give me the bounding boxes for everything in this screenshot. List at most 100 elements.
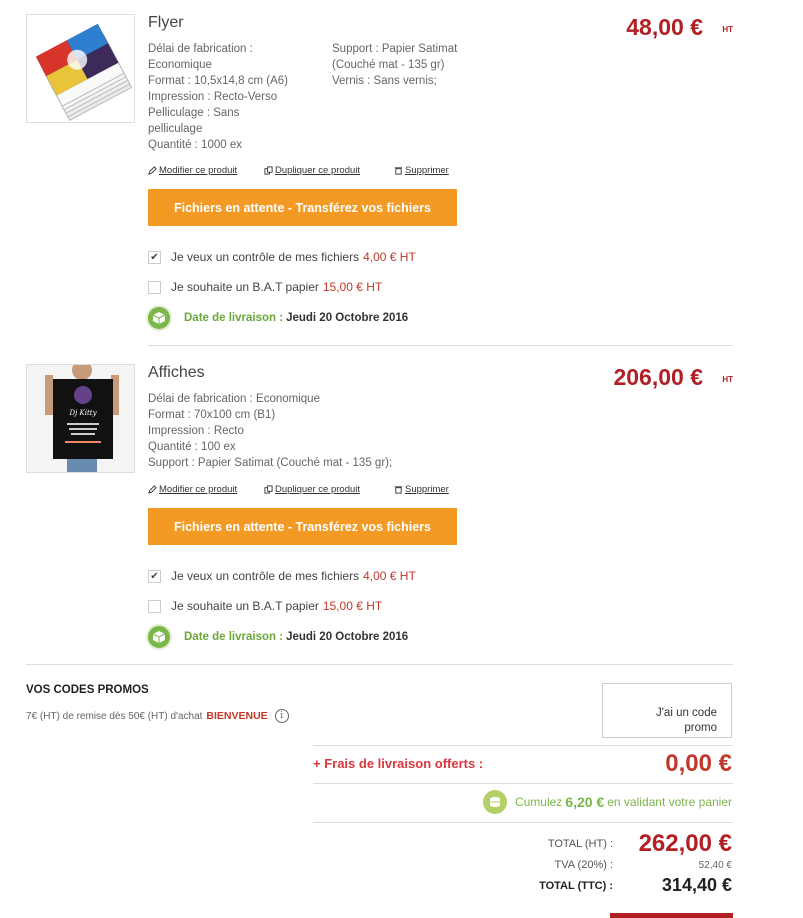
trash-icon xyxy=(394,486,403,494)
option-price: 4,00 € HT xyxy=(363,569,416,583)
upload-files-button[interactable]: Fichiers en attente - Transférez vos fic… xyxy=(148,189,457,226)
spec-line: pelliculage xyxy=(148,123,203,135)
edit-product-link[interactable]: Modifier ce produit xyxy=(148,484,237,495)
option-label: Je souhaite un B.A.T papier xyxy=(171,599,319,613)
promo-title: VOS CODES PROMOS xyxy=(26,684,149,696)
delivery-label: Date de livraison : xyxy=(184,631,284,643)
option-label: Je souhaite un B.A.T papier xyxy=(171,280,319,294)
duplicate-product-label: Dupliquer ce produit xyxy=(275,165,361,176)
poster-title: Dj Kitty xyxy=(68,409,97,417)
option-file-check[interactable]: ✔ Je veux un contrôle de mes fichiers 4,… xyxy=(148,569,416,583)
loyalty-prefix: Cumulez xyxy=(514,795,563,809)
loyalty-suffix: en validant votre panier xyxy=(607,795,732,809)
spec-line: Format : 10,5x14,8 cm (A6) xyxy=(148,75,288,87)
delete-product-label: Supprimer xyxy=(405,484,449,495)
duplicate-product-link[interactable]: Dupliquer ce produit xyxy=(264,484,360,495)
edit-product-label: Modifier ce produit xyxy=(159,484,238,495)
option-price: 15,00 € HT xyxy=(322,599,383,613)
spec-line: Impression : Recto-Verso xyxy=(148,91,278,103)
spec-line: Pelliculage : Sans xyxy=(148,107,240,119)
spec-line: Quantité : 100 ex xyxy=(148,441,236,453)
pencil-icon xyxy=(148,166,157,175)
product-name: Affiches xyxy=(148,364,205,381)
total-ttc-label: TOTAL (TTC) : xyxy=(539,880,613,892)
spec-line: Format : 70x100 cm (B1) xyxy=(148,409,276,421)
delivery-info: Date de livraison : Jeudi 20 Octobre 201… xyxy=(146,305,408,331)
divider xyxy=(148,345,733,346)
option-bat-paper[interactable]: Je souhaite un B.A.T papier 15,00 € HT xyxy=(148,280,382,294)
cart-item-flyer: Flyer 48,00 € HT Délai de fabrication : … xyxy=(26,14,733,344)
specs-column-1: Délai de fabrication : Economique Format… xyxy=(148,41,288,153)
divider xyxy=(313,745,733,746)
product-price: 48,00 € xyxy=(626,14,703,40)
spec-line: (Couché mat - 135 gr) xyxy=(332,59,445,71)
delete-product-link[interactable]: Supprimer xyxy=(394,165,449,176)
promo-box-line2: promo xyxy=(684,722,717,734)
spec-line: Délai de fabrication : Economique xyxy=(148,393,320,405)
edit-product-link[interactable]: Modifier ce produit xyxy=(148,165,237,176)
tva-label: TVA (20%) : xyxy=(554,859,613,871)
option-price: 15,00 € HT xyxy=(322,280,383,294)
spec-line: Quantité : 1000 ex xyxy=(148,139,242,151)
spec-line: Economique xyxy=(148,59,212,71)
delete-product-label: Supprimer xyxy=(405,165,449,176)
spec-line: Support : Papier Satimat xyxy=(332,43,458,55)
coins-icon xyxy=(482,790,507,814)
loyalty-info: Cumulez 6,20 € en validant votre panier xyxy=(482,790,732,814)
spec-line: Délai de fabrication : xyxy=(148,43,253,55)
checkbox-unchecked[interactable] xyxy=(148,599,161,613)
spec-line: Impression : Recto xyxy=(148,425,244,437)
package-icon xyxy=(146,624,172,650)
option-label: Je veux un contrôle de mes fichiers xyxy=(171,250,360,264)
total-ttc-value: 314,40 € xyxy=(661,875,732,895)
duplicate-product-label: Dupliquer ce produit xyxy=(275,484,361,495)
total-ht-label: TOTAL (HT) : xyxy=(547,838,613,850)
delivery-date: Jeudi 20 Octobre 2016 xyxy=(286,312,409,324)
total-ht-value: 262,00 € xyxy=(638,830,732,857)
delivery-info: Date de livraison : Jeudi 20 Octobre 201… xyxy=(146,624,408,650)
product-name: Flyer xyxy=(148,14,184,31)
promo-description: 7€ (HT) de remise dès 50€ (HT) d'achat B… xyxy=(26,709,289,723)
trash-icon xyxy=(394,167,403,175)
duplicate-icon xyxy=(264,166,273,175)
price-suffix: HT xyxy=(722,25,733,34)
checkbox-unchecked[interactable] xyxy=(148,280,161,294)
edit-product-label: Modifier ce produit xyxy=(159,165,238,176)
shipping-label: + Frais de livraison offerts : xyxy=(313,756,484,771)
delivery-date: Jeudi 20 Octobre 2016 xyxy=(286,631,409,643)
duplicate-icon xyxy=(264,485,273,494)
product-price: 206,00 € xyxy=(613,364,703,390)
info-icon[interactable]: i xyxy=(274,709,289,723)
loyalty-amount: 6,20 € xyxy=(565,794,605,810)
pencil-icon xyxy=(148,485,157,494)
product-image-flyer[interactable] xyxy=(26,14,135,123)
specs-column-1: Délai de fabrication : Economique Format… xyxy=(148,391,392,471)
cart-item-affiches: Dj Kitty Affiches 206,00 € HT Délai de f… xyxy=(26,364,733,654)
promo-code-button[interactable]: J'ai un code promo xyxy=(602,683,732,738)
spec-line: Vernis : Sans vernis; xyxy=(332,75,437,87)
product-image-affiches[interactable]: Dj Kitty xyxy=(26,364,135,473)
tva-value: 52,40 € xyxy=(698,860,732,871)
divider xyxy=(313,822,733,823)
promo-box-line1: J'ai un code xyxy=(655,707,717,719)
option-label: Je veux un contrôle de mes fichiers xyxy=(171,569,360,583)
option-price: 4,00 € HT xyxy=(363,250,416,264)
shipping-value: 0,00 € xyxy=(665,750,732,777)
checkout-button-edge[interactable] xyxy=(610,913,733,918)
promo-code: BIENVENUE xyxy=(206,710,268,722)
price-suffix: HT xyxy=(722,375,733,384)
package-icon xyxy=(146,305,172,331)
divider xyxy=(26,664,733,665)
option-file-check[interactable]: ✔ Je veux un contrôle de mes fichiers 4,… xyxy=(148,250,416,264)
specs-column-2: Support : Papier Satimat (Couché mat - 1… xyxy=(332,41,457,89)
option-bat-paper[interactable]: Je souhaite un B.A.T papier 15,00 € HT xyxy=(148,599,382,613)
delete-product-link[interactable]: Supprimer xyxy=(394,484,449,495)
checkbox-checked[interactable]: ✔ xyxy=(148,250,161,264)
spec-line: Support : Papier Satimat (Couché mat - 1… xyxy=(148,457,393,469)
promo-text: 7€ (HT) de remise dès 50€ (HT) d'achat xyxy=(26,710,203,722)
divider xyxy=(313,783,733,784)
delivery-label: Date de livraison : xyxy=(184,312,284,324)
upload-files-button[interactable]: Fichiers en attente - Transférez vos fic… xyxy=(148,508,457,545)
duplicate-product-link[interactable]: Dupliquer ce produit xyxy=(264,165,360,176)
checkbox-checked[interactable]: ✔ xyxy=(148,569,161,583)
